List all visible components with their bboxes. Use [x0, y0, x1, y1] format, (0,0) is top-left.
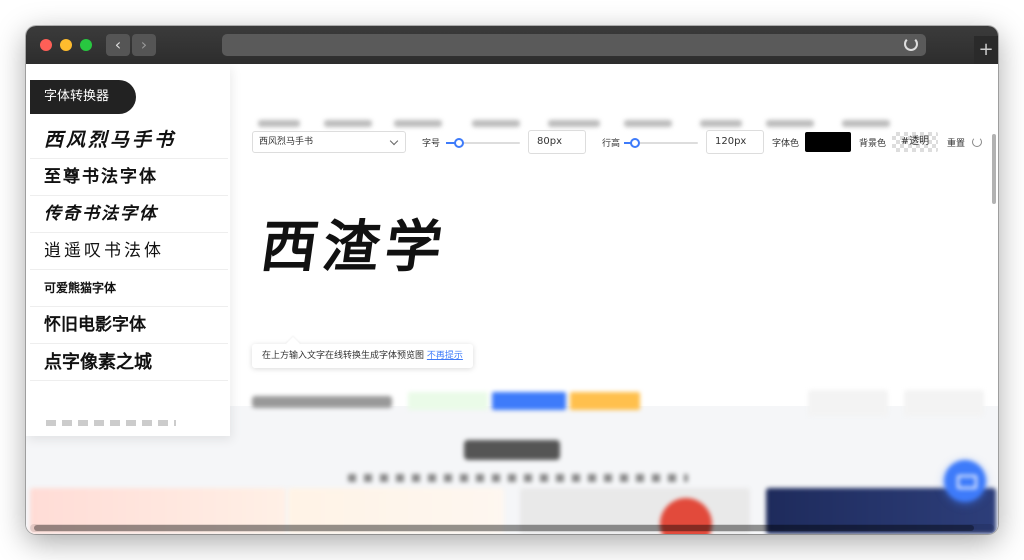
license-badge: [408, 392, 488, 410]
top-navigation: [176, 88, 996, 112]
sidebar-item-label: 点字像素之城: [44, 352, 152, 373]
vertical-scrollbar[interactable]: [992, 134, 996, 204]
reset-button[interactable]: 重置: [947, 136, 965, 149]
font-sidebar: 字体转换器 西风烈马手书 至尊书法字体 传奇书法字体 逍遥叹书法体 可爱熊猫字体…: [26, 64, 230, 436]
nav-tab[interactable]: [394, 120, 442, 127]
browser-titlebar: ‹ › +: [26, 26, 998, 64]
nav-tab[interactable]: [472, 120, 520, 127]
close-window-button[interactable]: [40, 39, 52, 51]
sidebar-title: 字体转换器: [30, 80, 136, 114]
address-bar[interactable]: [222, 34, 926, 56]
sidebar-item-label: 西风烈马手书: [44, 129, 177, 151]
font-color-label: 字体色: [772, 139, 800, 149]
line-height-label: 行高: [602, 139, 621, 149]
size-slider-handle[interactable]: [454, 138, 464, 148]
nav-tab[interactable]: [258, 120, 300, 127]
nav-tab[interactable]: [766, 120, 814, 127]
font-select[interactable]: 西风烈马手书: [252, 131, 406, 153]
section-title: [464, 440, 560, 460]
zoom-window-button[interactable]: [80, 39, 92, 51]
feedback-button[interactable]: [944, 460, 986, 502]
size-slider[interactable]: [446, 138, 520, 148]
chevron-right-icon: ›: [140, 35, 148, 54]
sidebar-item-font[interactable]: 可爱熊猫字体: [30, 270, 228, 307]
category-badge[interactable]: [492, 392, 566, 410]
plus-icon: +: [978, 39, 994, 60]
share-button[interactable]: [904, 390, 984, 416]
back-button[interactable]: ‹: [106, 34, 130, 56]
sidebar-item-partial[interactable]: [46, 420, 176, 426]
page-content: 字体转换器 西风烈马手书 至尊书法字体 传奇书法字体 逍遥叹书法体 可爱熊猫字体…: [26, 64, 998, 534]
sidebar-item-label: 传奇书法字体: [44, 204, 158, 224]
font-meta-title: [252, 396, 392, 408]
dismiss-hint-link[interactable]: 不再提示: [427, 351, 463, 361]
line-height-input[interactable]: 120px: [706, 130, 764, 154]
bg-color-label: 背景色: [859, 139, 887, 149]
download-button[interactable]: [808, 390, 888, 416]
hint-text: 在上方输入文字在线转换生成字体预览图: [262, 351, 425, 361]
sidebar-item-font[interactable]: 逍遥叹书法体: [30, 233, 228, 270]
nav-tab[interactable]: [548, 120, 600, 127]
line-height-slider[interactable]: [624, 138, 698, 148]
minimize-window-button[interactable]: [60, 39, 72, 51]
sidebar-item-font[interactable]: 点字像素之城: [30, 344, 228, 381]
reset-icon[interactable]: [972, 137, 982, 147]
reload-icon[interactable]: [904, 37, 918, 51]
line-height-slider-handle[interactable]: [630, 138, 640, 148]
new-tab-button[interactable]: +: [974, 36, 998, 64]
browser-window: ‹ › + 字体转换器 西风烈马手书 至尊书法字体 传奇书法字体 逍遥叹书法体 …: [26, 26, 998, 534]
sidebar-item-font[interactable]: 传奇书法字体: [30, 196, 228, 233]
bg-color-swatch[interactable]: #透明: [892, 132, 938, 152]
nav-tab[interactable]: [700, 120, 742, 127]
sidebar-item-font[interactable]: 至尊书法字体: [30, 159, 228, 196]
category-filter-list[interactable]: [348, 474, 688, 482]
nav-tab[interactable]: [842, 120, 890, 127]
font-preview-text: 西渣学: [256, 214, 453, 280]
sidebar-item-label: 至尊书法字体: [44, 167, 158, 187]
nav-tab[interactable]: [624, 120, 672, 127]
size-input[interactable]: 80px: [528, 130, 586, 154]
horizontal-scrollbar[interactable]: [30, 524, 994, 532]
size-label: 字号: [422, 139, 441, 149]
nav-tab[interactable]: [324, 120, 372, 127]
font-toolbar: 西风烈马手书 字号 80px 行高 120px 字体色 背景色 #透明 重置: [252, 130, 992, 156]
sidebar-item-label: 可爱熊猫字体: [44, 281, 117, 295]
font-meta-row: [252, 390, 992, 416]
chevron-down-icon: [389, 136, 399, 146]
chevron-left-icon: ‹: [114, 35, 122, 54]
sidebar-item-label: 逍遥叹书法体: [44, 241, 164, 261]
font-color-swatch[interactable]: [805, 132, 851, 152]
font-select-value: 西风烈马手书: [259, 137, 314, 147]
forward-button[interactable]: ›: [132, 34, 156, 56]
sidebar-item-font[interactable]: 西风烈马手书: [30, 122, 228, 159]
sidebar-item-label: 怀旧电影字体: [44, 315, 146, 335]
tag-badge[interactable]: [570, 392, 640, 410]
horizontal-scrollbar-thumb[interactable]: [34, 525, 974, 531]
sidebar-item-font[interactable]: 怀旧电影字体: [30, 307, 228, 344]
hint-tooltip: 在上方输入文字在线转换生成字体预览图 不再提示: [252, 344, 473, 368]
